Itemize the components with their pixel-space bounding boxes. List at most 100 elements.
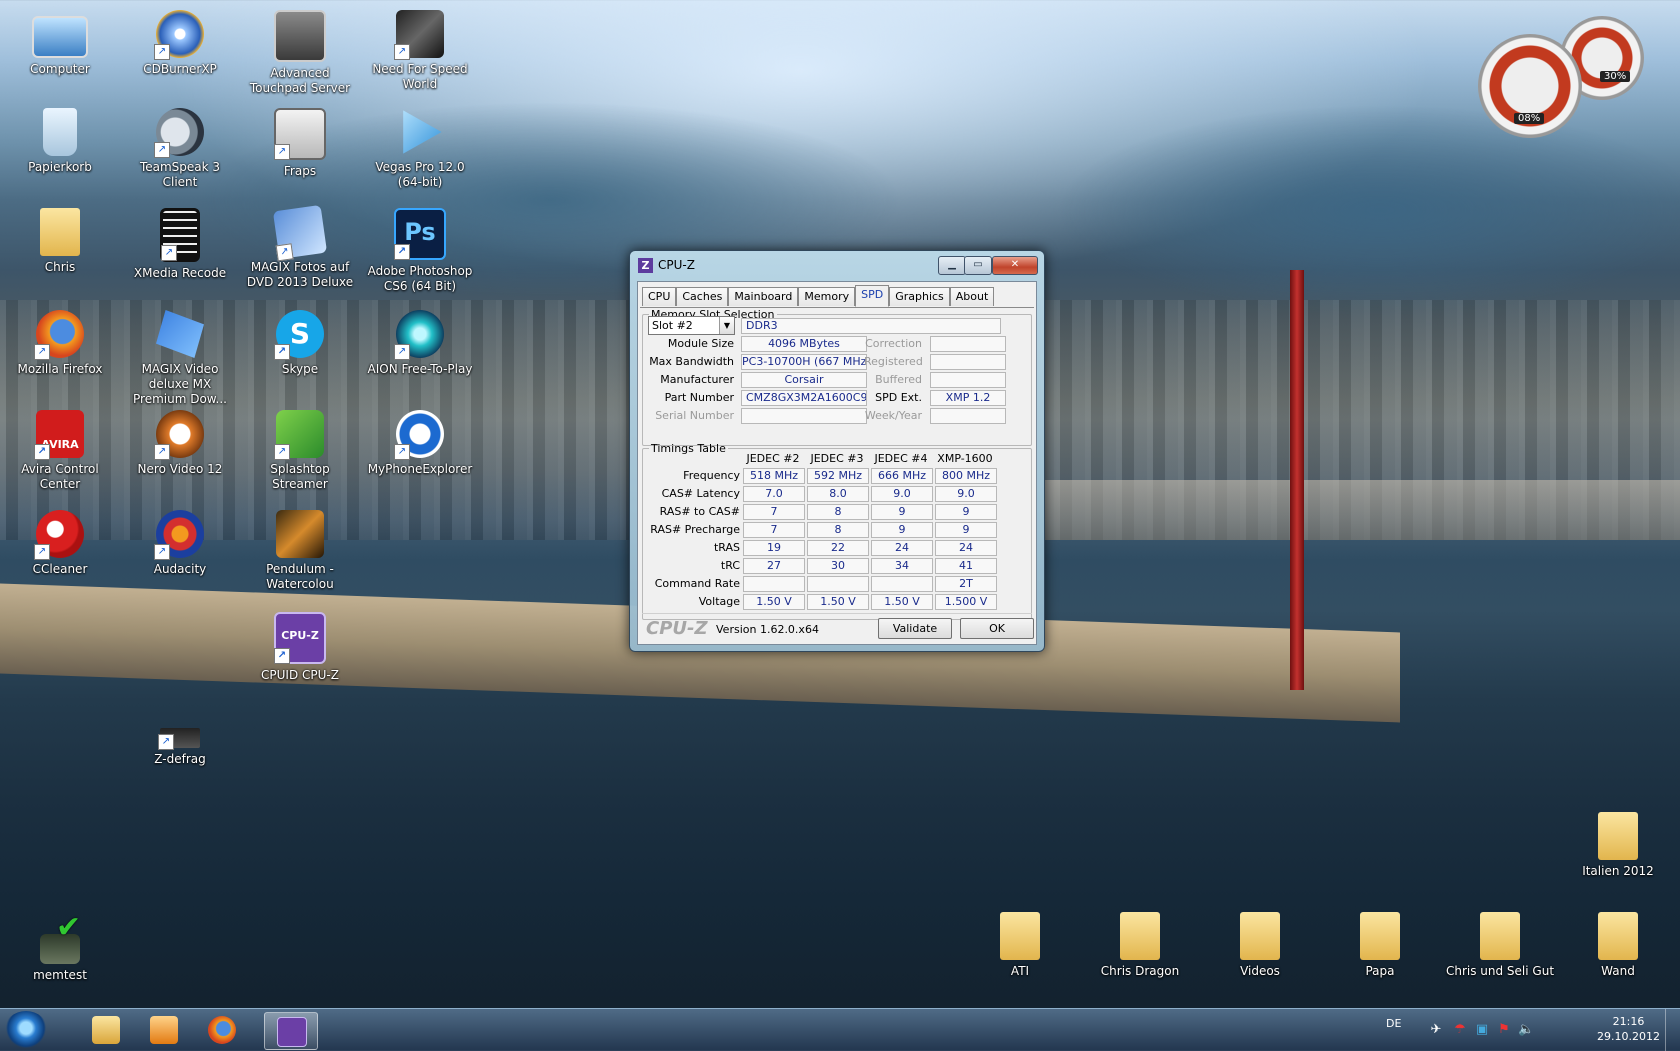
desktop-icon-skype[interactable]: S ↗ Skype	[244, 310, 356, 377]
icon-label: Wand	[1601, 964, 1635, 978]
desktop-icon-memtest[interactable]: ✔ memtest	[4, 913, 116, 983]
desktop-icon-photoshop[interactable]: Ps ↗ Adobe Photoshop CS6 (64 Bit)	[364, 208, 476, 294]
slot-select[interactable]: Slot #2 ▼	[648, 316, 735, 335]
user-folder-icon	[40, 208, 80, 256]
timing-cell: 9.0	[871, 486, 933, 502]
desktop-icon-myphoneexplorer[interactable]: ↗ MyPhoneExplorer	[364, 410, 476, 477]
tray-app-icon[interactable]: ▣	[1474, 1022, 1490, 1038]
desktop-icon-vegas[interactable]: Vegas Pro 12.0 (64-bit)	[364, 108, 476, 190]
cpu-gauge[interactable]: 08%	[1478, 34, 1582, 138]
tab-memory[interactable]: Memory	[798, 287, 856, 306]
col-header-jedec4: JEDEC #4	[874, 452, 928, 465]
desktop-icon-firefox[interactable]: ↗ Mozilla Firefox	[4, 310, 116, 377]
tab-cpu[interactable]: CPU	[642, 287, 677, 306]
window-client-area: CPU Caches Mainboard Memory SPD Graphics…	[637, 281, 1037, 645]
desktop-icon-pendulum[interactable]: Pendulum - Watercolou	[244, 510, 356, 592]
alert-flag-icon[interactable]: ⚑	[1496, 1022, 1512, 1038]
desktop-icon-ati[interactable]: ATI	[964, 912, 1076, 979]
folder-icon	[1240, 912, 1280, 960]
serial-number-label: Serial Number	[655, 409, 734, 422]
clock-time: 21:16	[1612, 1015, 1645, 1028]
desktop-icon-papa[interactable]: Papa	[1324, 912, 1436, 979]
volume-icon[interactable]: 🔈	[1518, 1022, 1534, 1038]
desktop-icon-recycle-bin[interactable]: Papierkorb	[4, 108, 116, 175]
language-indicator[interactable]: DE	[1386, 1017, 1401, 1030]
desktop-icon-wand[interactable]: Wand	[1562, 912, 1674, 979]
avira-tray-icon[interactable]: ☂	[1452, 1022, 1468, 1038]
desktop-icon-nero[interactable]: ↗ Nero Video 12	[124, 410, 236, 477]
desktop-icon-chris-dragon[interactable]: Chris Dragon	[1084, 912, 1196, 979]
timing-cell: 24	[871, 540, 933, 556]
show-desktop-button[interactable]	[1665, 1009, 1680, 1051]
desktop-icon-chris[interactable]: Chris	[4, 208, 116, 275]
start-button[interactable]	[4, 1011, 48, 1049]
part-number-field: CMZ8GX3M2A1600C9	[741, 390, 867, 406]
desktop-icon-italien-2012[interactable]: Italien 2012	[1562, 812, 1674, 879]
timing-cell: 30	[807, 558, 869, 574]
desktop-icon-computer[interactable]: Computer	[4, 10, 116, 77]
network-tray-icon[interactable]: ✈	[1428, 1022, 1444, 1038]
close-button[interactable]: ✕	[992, 256, 1038, 275]
icon-label: Videos	[1240, 964, 1280, 978]
taskbar: DE ✈ ☂ ▣ ⚑ 🔈 21:16 29.10.2012	[0, 1008, 1680, 1051]
aion-icon: ↗	[394, 310, 444, 360]
desktop-icon-avira[interactable]: AVIRA ↗ Avira Control Center	[4, 410, 116, 492]
timing-cell: 19	[743, 540, 805, 556]
folder-icon	[92, 1016, 120, 1044]
tab-bar: CPU Caches Mainboard Memory SPD Graphics…	[642, 285, 995, 307]
tab-spd[interactable]: SPD	[855, 285, 890, 307]
row-label-cas-latency: CAS# Latency	[661, 487, 740, 500]
taskbar-cpuz[interactable]	[264, 1012, 318, 1050]
desktop-icon-teamspeak[interactable]: ↗ TeamSpeak 3 Client	[124, 108, 236, 190]
chevron-down-icon[interactable]: ▼	[719, 317, 734, 334]
tab-caches[interactable]: Caches	[676, 287, 729, 306]
desktop-icon-cdburnerxp[interactable]: ↗ CDBurnerXP	[124, 10, 236, 77]
validate-button[interactable]: Validate	[878, 618, 952, 639]
maximize-button[interactable]: ▭	[964, 256, 992, 275]
icon-label: CDBurnerXP	[143, 62, 217, 76]
desktop-icon-zdefrag[interactable]: ↗ Z-defrag	[124, 712, 236, 767]
desktop-icon-magix-video[interactable]: MAGIX Video deluxe MX Premium Dow...	[124, 310, 236, 407]
week-year-field	[930, 408, 1006, 424]
cpu-gauge-value: 08%	[1514, 113, 1545, 124]
taskbar-firefox[interactable]	[196, 1012, 248, 1048]
row-label-tras: tRAS	[713, 541, 740, 554]
cpuz-footer-logo: CPU-Z	[646, 618, 708, 639]
shortcut-arrow-icon: ↗	[274, 144, 290, 160]
desktop-icon-videos[interactable]: Videos	[1204, 912, 1316, 979]
timing-cell: 1.50 V	[871, 594, 933, 610]
module-size-field: 4096 MBytes	[741, 336, 867, 352]
folder-icon	[1598, 912, 1638, 960]
taskbar-media-player[interactable]	[138, 1012, 190, 1048]
cpuz-window: Z CPU-Z ▁ ▭ ✕ CPU Caches Mainboard Memor…	[629, 250, 1045, 652]
timing-cell	[871, 576, 933, 592]
desktop-icon-ccleaner[interactable]: ↗ CCleaner	[4, 510, 116, 577]
vegas-icon	[403, 110, 442, 154]
desktop-icon-magix-fotos[interactable]: ↗ MAGIX Fotos auf DVD 2013 Deluxe	[244, 204, 356, 290]
title-bar[interactable]: Z CPU-Z ▁ ▭ ✕	[636, 255, 1038, 277]
ok-button[interactable]: OK	[960, 618, 1034, 639]
icon-label: MAGIX Fotos auf DVD 2013 Deluxe	[246, 260, 354, 289]
desktop-icon-aion[interactable]: ↗ AION Free-To-Play	[364, 310, 476, 377]
photoshop-icon: Ps ↗	[394, 208, 446, 260]
desktop-icon-touchpad[interactable]: Advanced Touchpad Server	[244, 10, 356, 96]
taskbar-explorer[interactable]	[80, 1012, 132, 1048]
tab-about[interactable]: About	[949, 287, 995, 306]
desktop-icon-nfs[interactable]: ↗ Need For Speed World	[364, 10, 476, 92]
tab-graphics[interactable]: Graphics	[889, 287, 950, 306]
icon-label: Adobe Photoshop CS6 (64 Bit)	[367, 264, 473, 293]
pier-background	[1040, 480, 1680, 540]
desktop-icon-chris-und-seli[interactable]: Chris und Seli Gut	[1444, 912, 1556, 979]
clock[interactable]: 21:16 29.10.2012	[1597, 1014, 1660, 1044]
tab-mainboard[interactable]: Mainboard	[728, 287, 799, 306]
minimize-button[interactable]: ▁	[938, 256, 966, 275]
desktop-icon-fraps[interactable]: ↗ Fraps	[244, 108, 356, 179]
audacity-icon: ↗	[154, 510, 204, 560]
desktop-icon-cpuz[interactable]: CPU-Z ↗ CPUID CPU-Z	[244, 612, 356, 683]
desktop-icon-splashtop[interactable]: ↗ Splashtop Streamer	[244, 410, 356, 492]
timing-cell: 9.0	[935, 486, 997, 502]
desktop-icon-audacity[interactable]: ↗ Audacity	[124, 510, 236, 577]
touchpad-icon	[274, 10, 326, 62]
media-player-icon	[150, 1016, 178, 1044]
desktop-icon-xmedia[interactable]: ↗ XMedia Recode	[124, 208, 236, 281]
